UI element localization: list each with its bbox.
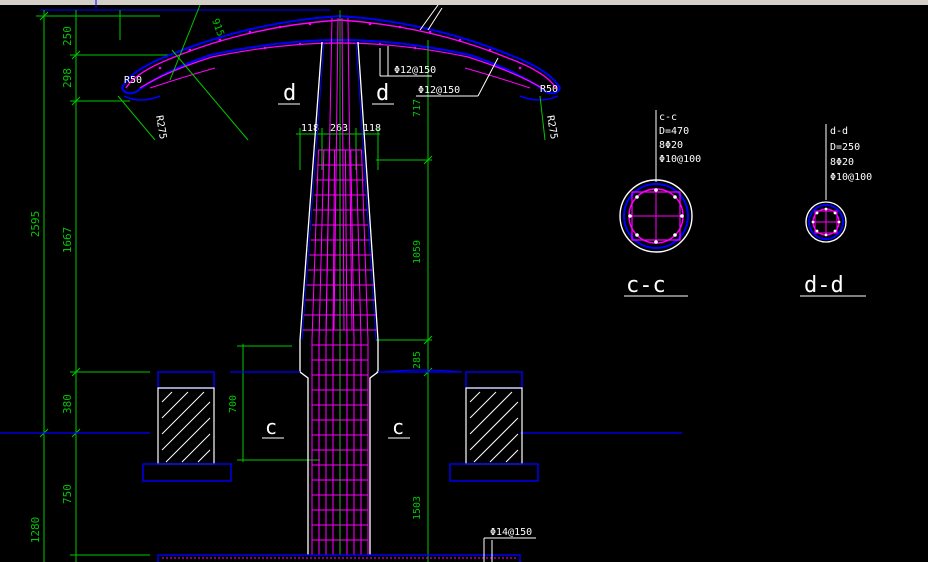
section-cc-line-3: Φ10@100 [659, 154, 701, 165]
dim-750: 750 [61, 484, 74, 504]
top-toolbar-strip [0, 0, 928, 5]
dim-1280: 1280 [29, 517, 42, 544]
right-dimension-chain [376, 40, 433, 562]
section-cc-title: c-c [626, 273, 666, 298]
footing-right [449, 371, 539, 482]
section-dd-title: d-d [804, 273, 844, 298]
section-d-left-marker: d [278, 81, 300, 106]
section-dd-line-2: 8Φ20 [830, 157, 854, 168]
dim-700: 700 [228, 395, 239, 413]
top-width-dims [296, 128, 380, 170]
radius-left-r275: R275 [153, 115, 168, 141]
section-dd-line-0: d-d [830, 126, 848, 137]
callout-phi12-150-b: Φ12@150 [418, 85, 460, 96]
section-cc-line-2: 8Φ20 [659, 140, 683, 151]
dim-380: 380 [61, 394, 74, 414]
svg-text:d: d [283, 81, 296, 106]
radius-left-r50: R50 [124, 75, 142, 86]
section-cc-line-1: D=470 [659, 126, 689, 137]
column-top-rebars [325, 17, 353, 331]
radius-right-r275: R275 [544, 115, 559, 141]
section-d-right-marker: d [372, 81, 394, 106]
left-dimension-chain [36, 10, 170, 562]
cage-bar [318, 149, 325, 341]
drawing-svg: 250 298 2595 1667 380 750 1280 915 R50 R… [0, 0, 928, 562]
svg-text:d: d [376, 81, 389, 106]
dim-1503: 1503 [412, 496, 423, 520]
callout-phi12-150-a: Φ12@150 [394, 65, 436, 76]
section-cc-line-0: c-c [659, 112, 677, 123]
dim-285: 285 [412, 351, 423, 369]
section-c-left-marker: c [262, 415, 284, 439]
cage-bar [344, 149, 348, 341]
base-slab [157, 554, 521, 562]
dim-1059: 1059 [412, 240, 423, 264]
section-dd-line-1: D=250 [830, 142, 860, 153]
section-c-right-marker: c [388, 415, 410, 439]
dim-717: 717 [412, 99, 423, 117]
cage-bar [311, 149, 319, 341]
dim-298: 298 [61, 68, 74, 88]
svg-text:c: c [392, 415, 404, 439]
section-cc-detail [619, 110, 693, 297]
dim-118-right: 118 [363, 123, 381, 134]
dim-915: 915 [209, 17, 226, 38]
callout-phi14-150: Φ14@150 [490, 527, 532, 538]
cage-bar [355, 149, 362, 341]
dim-1667: 1667 [61, 227, 74, 254]
footing-left [142, 371, 232, 482]
cad-drawing-canvas[interactable]: 250 298 2595 1667 380 750 1280 915 R50 R… [0, 0, 928, 562]
canopy-roof [120, 14, 562, 101]
section-dd-line-3: Φ10@100 [830, 172, 872, 183]
dim-250: 250 [61, 26, 74, 46]
dim-263: 263 [330, 123, 348, 134]
dim-2595: 2595 [29, 211, 42, 238]
svg-text:c: c [265, 415, 277, 439]
radius-right-r50: R50 [540, 84, 558, 95]
column-outline [230, 41, 462, 555]
